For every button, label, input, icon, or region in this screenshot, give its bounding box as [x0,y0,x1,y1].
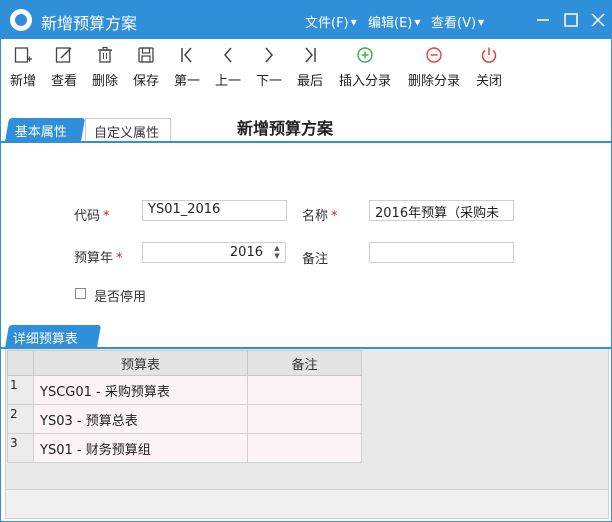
last-icon [305,47,316,63]
column-header-budget[interactable]: 预算表 [33,350,248,376]
next-button-label: 下一 [255,74,282,89]
toolbar: 新增 查看 删除 保存 第一 上一 下一 最后 插入分录 删除分录 关闭 [1,39,611,95]
close-window-button[interactable] [587,9,609,31]
menu-file-label: 文件(F) [305,16,349,31]
plus-circle-icon [357,47,373,63]
detail-table: 预算表 备注 1 YSCG01 - 采购预算表 2 YS03 - 预算总表 3 … [7,350,362,463]
app-logo-icon [10,9,32,31]
close-icon [591,13,605,27]
menu-edit[interactable]: 编辑(E) ▼ [368,12,421,31]
minimize-icon [537,19,549,21]
row-number-header [7,350,34,376]
prev-button[interactable]: 上一 [212,45,244,91]
table-row[interactable]: 3 YS01 - 财务预算组 [7,433,362,463]
code-input[interactable]: YS01_2016 [142,200,287,221]
close-button[interactable]: 关闭 [473,45,505,91]
next-icon [265,47,273,63]
remark-label: 备注 [302,252,329,267]
delete-button-label: 删除 [91,74,118,89]
new-button-label: 新增 [9,74,36,89]
required-mark: * [116,251,123,266]
first-icon [181,47,192,63]
title-bar: 新增预算方案 文件(F) ▼ 编辑(E) ▼ 查看(V) ▼ [1,1,611,39]
last-button[interactable]: 最后 [294,45,326,91]
prev-icon [224,47,232,63]
view-button-label: 查看 [50,74,77,89]
insert-entry-button[interactable]: 插入分录 [337,45,393,91]
tab-custom-label: 自定义属性 [94,126,160,141]
insert-entry-label: 插入分录 [338,74,391,89]
row-number: 1 [7,375,34,405]
tab-custom-properties[interactable]: 自定义属性 [85,118,171,142]
remark-input[interactable] [369,242,514,263]
tab-basic-properties[interactable]: 基本属性 [4,118,86,142]
tab-detail-budget[interactable]: 详细预算表 [4,325,102,348]
tab-basic-label: 基本属性 [14,125,67,140]
detail-grid-footer [5,489,609,519]
menu-file[interactable]: 文件(F) ▼ [305,12,357,31]
budget-cell[interactable]: YS01 - 财务预算组 [33,433,248,463]
budget-cell[interactable]: YSCG01 - 采购预算表 [33,375,248,405]
delete-entry-label: 删除分录 [407,74,460,89]
tab-underline [1,141,611,143]
close-button-label: 关闭 [475,74,502,89]
table-row[interactable]: 2 YS03 - 预算总表 [7,404,362,434]
required-mark: * [103,209,110,224]
form-title: 新增预算方案 [233,115,383,138]
row-number: 3 [7,433,34,463]
first-button-label: 第一 [173,74,200,89]
budget-year-stepper[interactable]: 2016 ▲ ▼ [142,242,286,263]
menu-view[interactable]: 查看(V) ▼ [431,12,484,31]
menu-view-label: 查看(V) [431,16,477,31]
required-mark: * [331,209,338,224]
window-title: 新增预算方案 [41,14,138,33]
trash-icon [98,46,112,63]
first-button[interactable]: 第一 [171,45,203,91]
delete-entry-button[interactable]: 删除分录 [406,45,462,91]
power-icon [481,47,497,63]
stepper-arrows-icon[interactable]: ▲ ▼ [271,244,283,261]
budget-year-value: 2016 [229,245,263,260]
delete-button[interactable]: 删除 [89,45,121,91]
name-input[interactable]: 2016年预算（采购未 [369,200,514,221]
year-label-text: 预算年 [74,251,114,266]
remark-cell[interactable] [247,404,362,434]
prev-button-label: 上一 [214,74,241,89]
new-icon [14,47,32,63]
menu-edit-label: 编辑(E) [368,16,413,31]
detail-tab-label: 详细预算表 [12,332,78,347]
code-label-text: 代码 [74,209,101,224]
app-window: 新增预算方案 文件(F) ▼ 编辑(E) ▼ 查看(V) ▼ 新增 查看 删除 保 [0,0,612,522]
minus-circle-icon [426,47,442,63]
row-number: 2 [7,404,34,434]
column-header-remark[interactable]: 备注 [247,350,362,376]
minimize-button[interactable] [532,9,554,31]
new-button[interactable]: 新增 [7,45,39,91]
remark-cell[interactable] [247,375,362,405]
chevron-down-icon: ▼ [350,18,357,27]
disabled-label: 是否停用 [94,290,147,305]
code-label: 代码 * [74,205,110,224]
chevron-down-icon: ▼ [478,18,485,27]
name-label-text: 名称 [302,209,329,224]
save-button-label: 保存 [132,74,159,89]
chevron-down-icon: ▼ [414,18,421,27]
save-button[interactable]: 保存 [130,45,162,91]
edit-icon [55,47,72,63]
budget-cell[interactable]: YS03 - 预算总表 [33,404,248,434]
save-icon [138,47,154,63]
next-button[interactable]: 下一 [253,45,285,91]
disabled-checkbox[interactable] [75,288,86,299]
view-button[interactable]: 查看 [48,45,80,91]
remark-cell[interactable] [247,433,362,463]
budget-year-label: 预算年 * [74,247,123,266]
name-label: 名称 * [302,205,338,224]
table-header-row: 预算表 备注 [7,350,362,376]
last-button-label: 最后 [296,74,323,89]
table-row[interactable]: 1 YSCG01 - 采购预算表 [7,375,362,405]
maximize-button[interactable] [560,9,582,31]
maximize-icon [564,13,578,27]
